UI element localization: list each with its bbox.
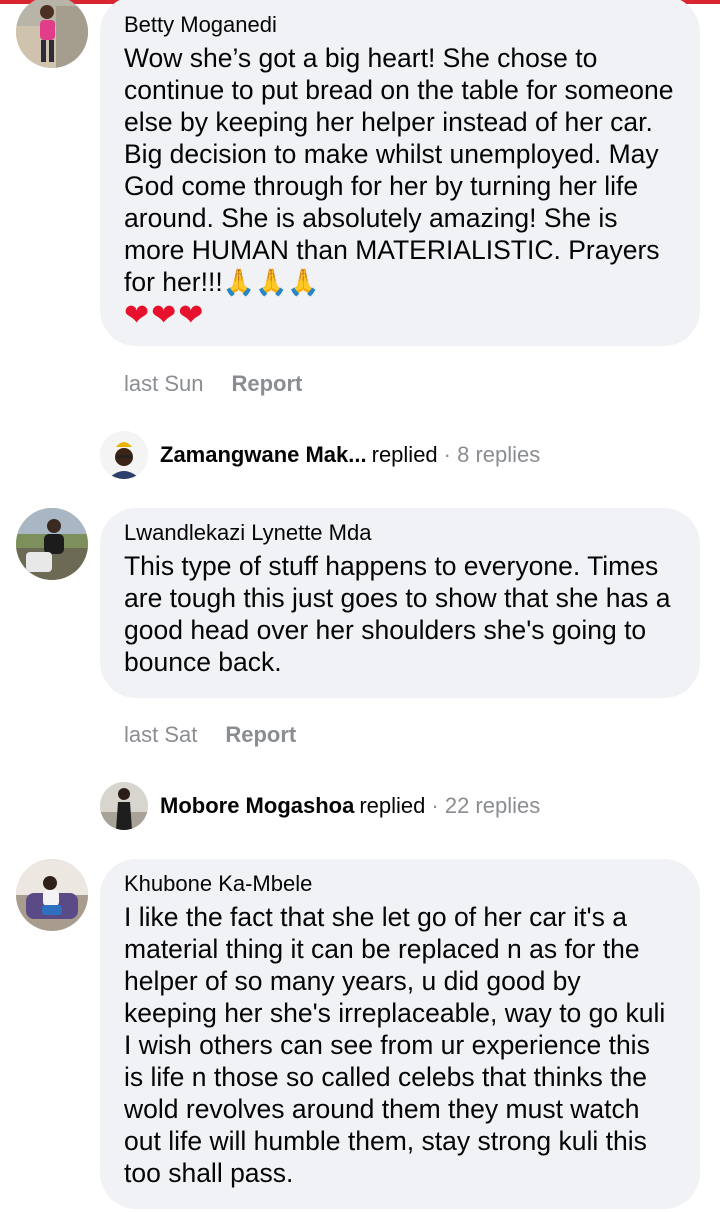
comment-author[interactable]: Betty Moganedi: [124, 10, 676, 40]
person-photo-icon: [100, 782, 148, 830]
reply-count[interactable]: · 8 replies: [444, 442, 541, 468]
comment-time[interactable]: last Sat: [124, 722, 197, 747]
replier-name[interactable]: Zamangwane Mak...: [160, 442, 367, 468]
person-photo-icon: [16, 0, 88, 68]
avatar-replier: [100, 431, 148, 479]
replied-label: replied: [359, 793, 426, 818]
comment-bubble: Khubone Ka-Mbele I like the fact that sh…: [100, 859, 700, 1209]
comment-bubble: Lwandlekazi Lynette Mda This type of stu…: [100, 508, 700, 698]
report-button[interactable]: Report: [225, 722, 296, 747]
person-photo-icon: [16, 508, 88, 580]
comment-meta: last Sun Report: [124, 370, 302, 398]
praying-hands-emoji: 🙏🙏🙏: [222, 268, 320, 298]
replies-link[interactable]: Mobore Mogashoa replied · 22 replies: [100, 781, 540, 831]
report-button[interactable]: Report: [232, 371, 303, 396]
red-hearts-emoji: ❤❤❤: [124, 298, 206, 333]
comment-author[interactable]: Lwandlekazi Lynette Mda: [124, 518, 676, 548]
comment-author[interactable]: Khubone Ka-Mbele: [124, 869, 676, 899]
avatar-lwandlekazi-lynette-mda[interactable]: [16, 508, 88, 580]
avatar-replier: [100, 782, 148, 830]
comment-body: Wow she’s got a big heart! She chose to …: [124, 43, 674, 297]
replied-label: replied: [371, 442, 438, 467]
replies-link[interactable]: Zamangwane Mak... replied · 8 replies: [100, 430, 540, 480]
comment-text: Wow she’s got a big heart! She chose to …: [124, 42, 676, 299]
replier-name[interactable]: Mobore Mogashoa: [160, 793, 354, 819]
avatar-betty-moganedi[interactable]: [16, 0, 88, 68]
person-photo-icon: [100, 431, 148, 479]
comment-meta: last Sat Report: [124, 721, 296, 749]
reply-count[interactable]: · 22 replies: [431, 793, 540, 819]
person-photo-icon: [16, 859, 88, 931]
comment-text: I like the fact that she let go of her c…: [124, 902, 666, 1188]
comment-time[interactable]: last Sun: [124, 371, 204, 396]
comment-text: This type of stuff happens to everyone. …: [124, 551, 671, 677]
avatar-khubone-ka-mbele[interactable]: [16, 859, 88, 931]
comment-bubble: Betty Moganedi Wow she’s got a big heart…: [100, 0, 700, 346]
